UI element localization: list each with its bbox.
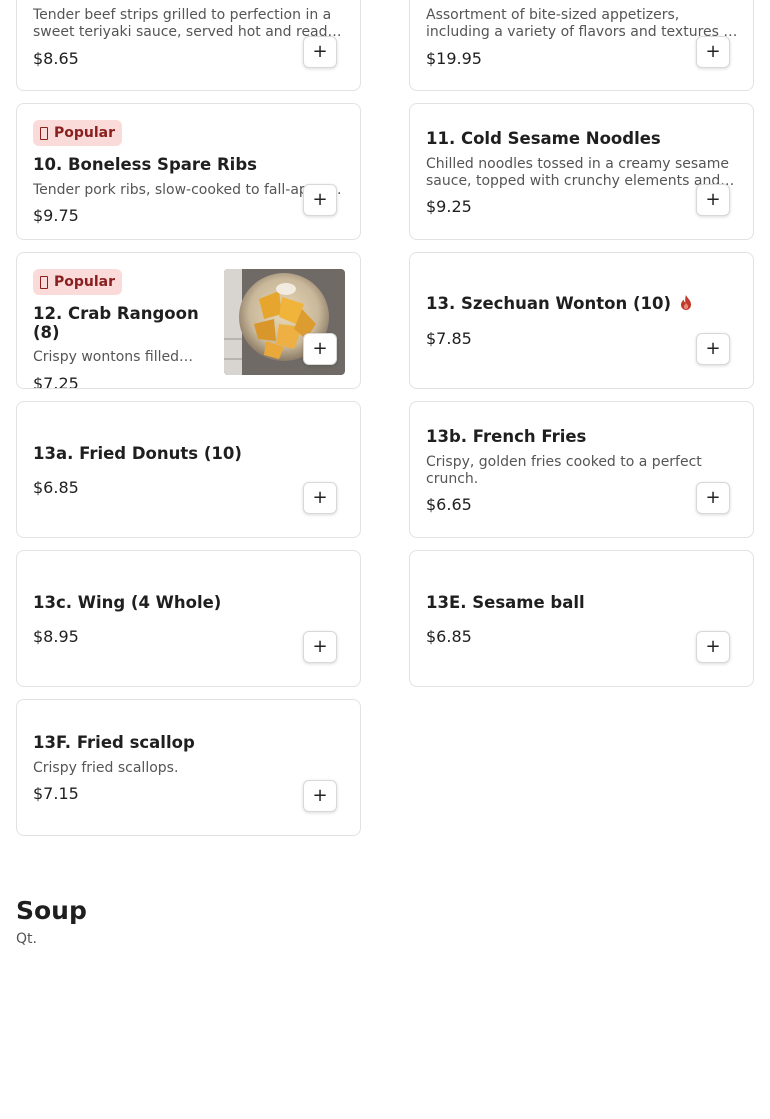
add-to-cart-button[interactable]: + bbox=[696, 482, 730, 514]
popular-label: Popular bbox=[54, 274, 116, 290]
item-description: Assortment of bite-sized appetizers, inc… bbox=[426, 7, 738, 40]
item-title: 13F. Fried scallop bbox=[33, 733, 195, 752]
add-to-cart-button[interactable]: + bbox=[303, 780, 337, 812]
item-price: $7.25 bbox=[33, 374, 79, 389]
spicy-icon bbox=[681, 295, 692, 310]
add-to-cart-button[interactable]: + bbox=[303, 184, 337, 216]
item-price: $19.95 bbox=[426, 49, 482, 68]
add-to-cart-button[interactable]: + bbox=[696, 184, 730, 216]
menu-item-card[interactable]: 13. Szechuan Wonton (10) $7.85 + bbox=[409, 252, 754, 389]
item-price: $6.65 bbox=[426, 495, 472, 514]
item-title: 12. Crab Rangoon (8) bbox=[33, 304, 199, 342]
popular-badge: Popular bbox=[33, 120, 123, 146]
item-title: 11. Cold Sesame Noodles bbox=[426, 129, 661, 148]
add-to-cart-button[interactable]: + bbox=[696, 631, 730, 663]
add-to-cart-button[interactable]: + bbox=[696, 333, 730, 365]
item-description: Crispy fried scallops. bbox=[33, 760, 179, 776]
add-to-cart-button[interactable]: + bbox=[303, 631, 337, 663]
item-title: 13E. Sesame ball bbox=[426, 593, 585, 612]
item-price: $8.65 bbox=[33, 49, 79, 68]
add-to-cart-button[interactable]: + bbox=[303, 36, 337, 68]
item-title: 13a. Fried Donuts (10) bbox=[33, 444, 242, 463]
item-price: $9.75 bbox=[33, 206, 79, 225]
item-title: 10. Boneless Spare Ribs bbox=[33, 155, 257, 174]
flame-icon bbox=[40, 126, 48, 140]
item-description: Chilled noodles tossed in a creamy sesam… bbox=[426, 156, 729, 189]
add-to-cart-button[interactable]: + bbox=[303, 482, 337, 514]
menu-item-card[interactable]: Assortment of bite-sized appetizers, inc… bbox=[409, 0, 754, 91]
menu-item-card[interactable]: Popular 12. Crab Rangoon (8) Crispy wont… bbox=[16, 252, 361, 389]
item-description: Tender pork ribs, slow-cooked to fall-ap… bbox=[33, 182, 328, 198]
section-title: Soup bbox=[16, 896, 87, 925]
menu-item-card[interactable]: 13a. Fried Donuts (10) $6.85 + bbox=[16, 401, 361, 538]
item-description: Crispy wontons filled with creamy crab. bbox=[33, 349, 193, 365]
item-title: 13b. French Fries bbox=[426, 427, 587, 446]
item-price: $7.85 bbox=[426, 329, 472, 348]
item-description: Tender beef strips grilled to perfection… bbox=[33, 7, 336, 40]
section-subtitle: Qt. bbox=[16, 931, 37, 947]
item-price: $9.25 bbox=[426, 197, 472, 216]
item-title: 13c. Wing (4 Whole) bbox=[33, 593, 222, 612]
popular-badge: Popular bbox=[33, 269, 123, 295]
menu-item-card[interactable]: 11. Cold Sesame Noodles Chilled noodles … bbox=[409, 103, 754, 240]
popular-label: Popular bbox=[54, 125, 116, 141]
item-price: $6.85 bbox=[426, 627, 472, 646]
add-to-cart-button[interactable]: + bbox=[303, 333, 337, 365]
menu-item-card[interactable]: 13b. French Fries Crispy, golden fries c… bbox=[409, 401, 754, 538]
item-price: $7.15 bbox=[33, 784, 79, 803]
item-description: Crispy, golden fries cooked to a perfect… bbox=[426, 454, 702, 487]
flame-icon bbox=[40, 275, 48, 289]
menu-item-card[interactable]: 13F. Fried scallop Crispy fried scallops… bbox=[16, 699, 361, 836]
item-price: $8.95 bbox=[33, 627, 79, 646]
menu-item-card[interactable]: Popular 10. Boneless Spare Ribs Tender p… bbox=[16, 103, 361, 240]
menu-item-card[interactable]: Tender beef strips grilled to perfection… bbox=[16, 0, 361, 91]
menu-item-card[interactable]: 13c. Wing (4 Whole) $8.95 + bbox=[16, 550, 361, 687]
add-to-cart-button[interactable]: + bbox=[696, 36, 730, 68]
menu-item-card[interactable]: 13E. Sesame ball $6.85 + bbox=[409, 550, 754, 687]
item-title: 13. Szechuan Wonton (10) bbox=[426, 294, 672, 313]
item-price: $6.85 bbox=[33, 478, 79, 497]
